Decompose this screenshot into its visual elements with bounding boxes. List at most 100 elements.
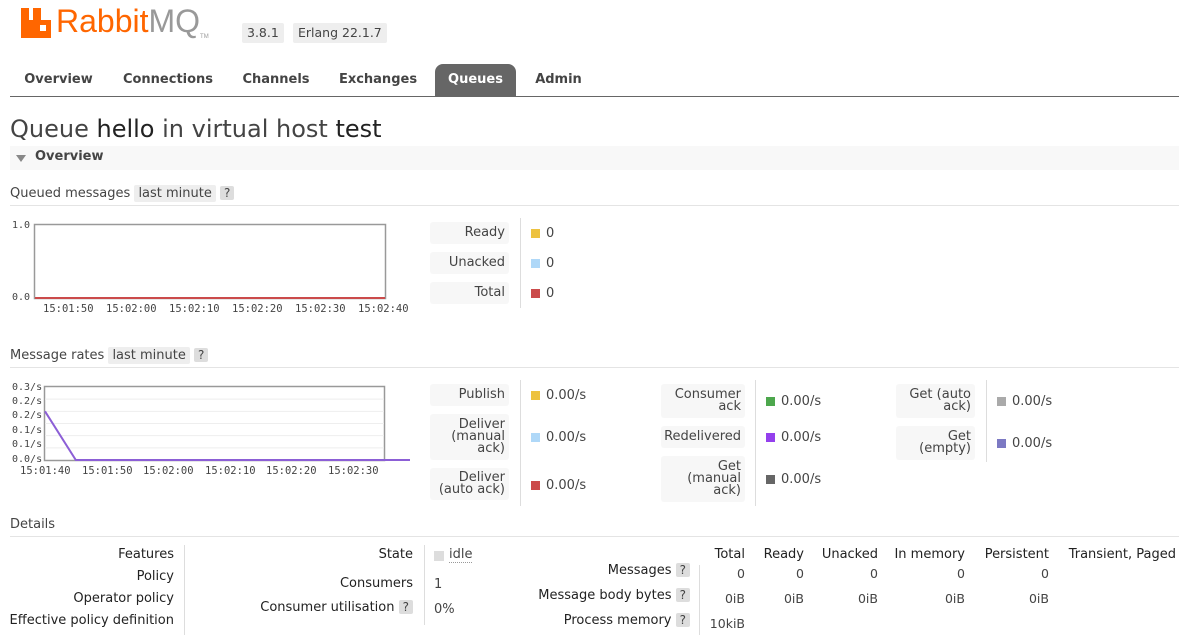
overview-section-toggle[interactable]: Overview (10, 146, 1179, 170)
consumer-utilisation-label: Consumer utilisation ? (260, 600, 413, 615)
legend-ready-label: Ready (430, 222, 509, 244)
col-transient-paged: Transient, Paged (1068, 547, 1176, 562)
legend-redelivered-label: Redelivered (661, 426, 745, 448)
y-tick-label: 0.0 (12, 292, 31, 303)
x-tick-label: 15:01:50 (82, 465, 133, 477)
range-selector[interactable]: last minute (108, 347, 190, 364)
legend-get-empty-label: Get (empty) (896, 426, 975, 460)
tab-overview[interactable]: Overview (10, 64, 107, 96)
details-divider (184, 545, 185, 635)
features-label: Features (118, 547, 174, 562)
rabbitmq-logo-icon (21, 8, 51, 38)
legend-swatch (531, 229, 540, 238)
y-tick-label: 0.1/s (12, 425, 43, 436)
y-tick-label: 0.3/s (12, 382, 43, 393)
legend-swatch (531, 391, 540, 400)
help-icon[interactable]: ? (675, 613, 690, 627)
legend-divider (986, 380, 987, 462)
x-tick-label: 15:02:30 (295, 303, 346, 315)
legend-consumer-ack-label: Consumer ack (661, 384, 745, 418)
legend-swatch (531, 433, 540, 442)
legend-divider (520, 380, 521, 506)
y-tick-label: 1.0 (12, 220, 31, 231)
erlang-version-badge: Erlang 22.1.7 (293, 23, 387, 43)
help-icon[interactable]: ? (675, 563, 690, 577)
table-cell: 10kiB (709, 616, 745, 631)
tab-connections[interactable]: Connections (113, 64, 223, 96)
policy-label: Policy (136, 569, 174, 584)
x-tick-label: 15:02:00 (106, 303, 157, 315)
message-rates-chart (43, 385, 410, 462)
tab-admin[interactable]: Admin (525, 64, 592, 96)
legend-deliver-manual-label: Deliver (manual ack) (430, 414, 509, 460)
help-icon[interactable]: ? (220, 186, 235, 200)
version-badge: 3.8.1 (242, 23, 284, 43)
queued-messages-heading: Queued messages last minute ? (10, 185, 235, 202)
get-auto-rate: 0.00/s (1012, 394, 1053, 409)
col-persistent: Persistent (984, 547, 1049, 562)
legend-get-auto-label: Get (auto ack) (896, 384, 975, 418)
details-divider (699, 565, 700, 635)
consumers-label: Consumers (339, 576, 413, 591)
table-cell: 0iB (1028, 591, 1049, 606)
rabbitmq-logo-text[interactable]: RabbitMQTM (56, 3, 209, 40)
queue-name: hello (96, 115, 155, 143)
page-title: Queue hello in virtual host test (10, 115, 382, 143)
legend-swatch (531, 289, 540, 298)
legend-publish-label: Publish (430, 384, 509, 406)
tab-channels[interactable]: Channels (232, 64, 320, 96)
state-label: State (378, 547, 413, 562)
effective-policy-label: Effective policy definition (9, 613, 174, 628)
table-cell: 0iB (944, 591, 965, 606)
details-heading: Details (10, 517, 56, 532)
legend-divider (520, 218, 521, 308)
col-ready: Ready (763, 547, 804, 562)
x-tick-label: 15:02:10 (205, 465, 256, 477)
get-manual-rate: 0.00/s (781, 472, 822, 487)
legend-swatch (997, 397, 1006, 406)
col-total: Total (714, 547, 745, 562)
unacked-value: 0 (546, 256, 555, 271)
messages-label: Messages ? (608, 563, 690, 578)
y-tick-label: 0.2/s (12, 396, 43, 407)
legend-swatch (766, 475, 775, 484)
message-body-bytes-label: Message body bytes ? (538, 588, 690, 603)
col-unacked: Unacked (821, 547, 878, 562)
x-tick-label: 15:01:50 (43, 303, 94, 315)
tab-queues[interactable]: Queues (435, 64, 516, 96)
legend-divider (755, 380, 756, 506)
deliver-auto-rate: 0.00/s (546, 478, 587, 493)
table-cell: 0 (737, 566, 745, 581)
legend-get-manual-label: Get (manual ack) (661, 456, 745, 502)
collapse-triangle-icon (16, 155, 26, 162)
redelivered-rate: 0.00/s (781, 430, 822, 445)
divider (10, 536, 1179, 537)
consumers-value: 1 (434, 577, 443, 592)
table-cell: 0iB (783, 591, 804, 606)
x-tick-label: 15:02:30 (328, 465, 379, 477)
x-tick-label: 15:02:00 (143, 465, 194, 477)
help-icon[interactable]: ? (194, 348, 209, 362)
col-in-memory: In memory (894, 547, 965, 562)
legend-unacked-label: Unacked (430, 252, 509, 274)
ready-value: 0 (546, 226, 555, 241)
help-icon[interactable]: ? (675, 588, 690, 602)
legend-deliver-auto-label: Deliver (auto ack) (430, 468, 509, 500)
total-value: 0 (546, 286, 555, 301)
legend-swatch (531, 481, 540, 490)
consumer-utilisation-value: 0% (434, 602, 455, 617)
publish-rate: 0.00/s (546, 388, 587, 403)
table-cell: 0iB (857, 591, 878, 606)
tab-exchanges[interactable]: Exchanges (328, 64, 428, 96)
process-memory-label: Process memory ? (564, 613, 690, 628)
legend-swatch (766, 433, 775, 442)
state-indicator-icon (434, 551, 444, 561)
x-tick-label: 15:02:40 (358, 303, 409, 315)
help-icon[interactable]: ? (398, 600, 413, 614)
table-cell: 0iB (724, 591, 745, 606)
get-empty-rate: 0.00/s (1012, 436, 1053, 451)
operator-policy-label: Operator policy (73, 591, 174, 606)
x-tick-label: 15:02:20 (266, 465, 317, 477)
range-selector[interactable]: last minute (134, 185, 216, 202)
message-rates-heading: Message rates last minute ? (10, 347, 209, 364)
